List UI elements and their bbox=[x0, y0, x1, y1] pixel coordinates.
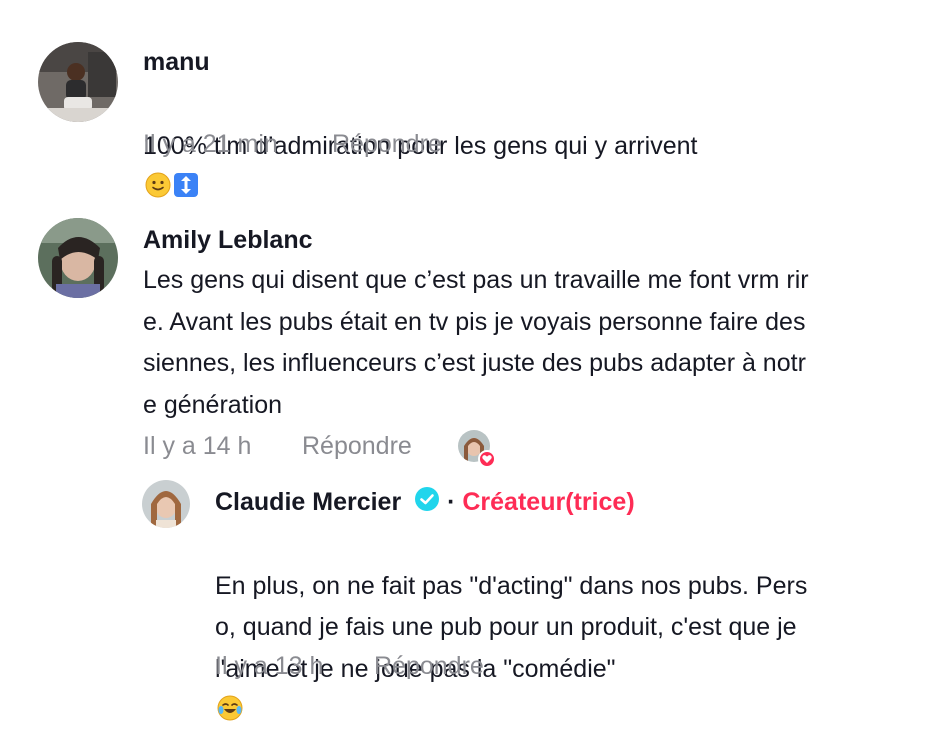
heart-icon bbox=[478, 450, 496, 468]
reply-button[interactable]: Répondre bbox=[302, 432, 412, 461]
creator-label: Créateur(trice) bbox=[462, 488, 635, 516]
avatar[interactable] bbox=[142, 480, 190, 528]
comment-item: manu 100% tlm d’admiration pour les gens… bbox=[0, 0, 950, 198]
comment-timestamp: Il y a 21 min bbox=[143, 130, 278, 158]
comment-timestamp: Il y a 14 h bbox=[143, 432, 252, 460]
avatar[interactable] bbox=[38, 218, 118, 298]
reply-username-row: Claudie Mercier · Créateur(trice) bbox=[215, 486, 635, 517]
comment-item: Amily Leblanc Les gens qui disent que c’… bbox=[0, 180, 950, 480]
reply-item: Claudie Mercier · Créateur(trice) En plu… bbox=[0, 470, 950, 721]
face-with-tears-of-joy-icon bbox=[217, 695, 243, 721]
comment-username[interactable]: manu bbox=[143, 48, 210, 77]
reply-username[interactable]: Claudie Mercier bbox=[215, 488, 401, 516]
reply-button[interactable]: Répondre bbox=[374, 652, 484, 681]
comment-text: Les gens qui disent que c’est pas un tra… bbox=[143, 266, 809, 419]
creator-liked-badge bbox=[458, 430, 496, 468]
reply-text-container: En plus, on ne fait pas "d'acting" dans … bbox=[215, 524, 935, 732]
avatar[interactable] bbox=[38, 42, 118, 122]
separator-dot: · bbox=[447, 488, 456, 516]
comment-username[interactable]: Amily Leblanc bbox=[143, 226, 313, 255]
verified-icon bbox=[415, 487, 440, 511]
reply-timestamp: Il y a 13 h bbox=[215, 652, 324, 680]
reply-button[interactable]: Répondre bbox=[332, 130, 442, 159]
